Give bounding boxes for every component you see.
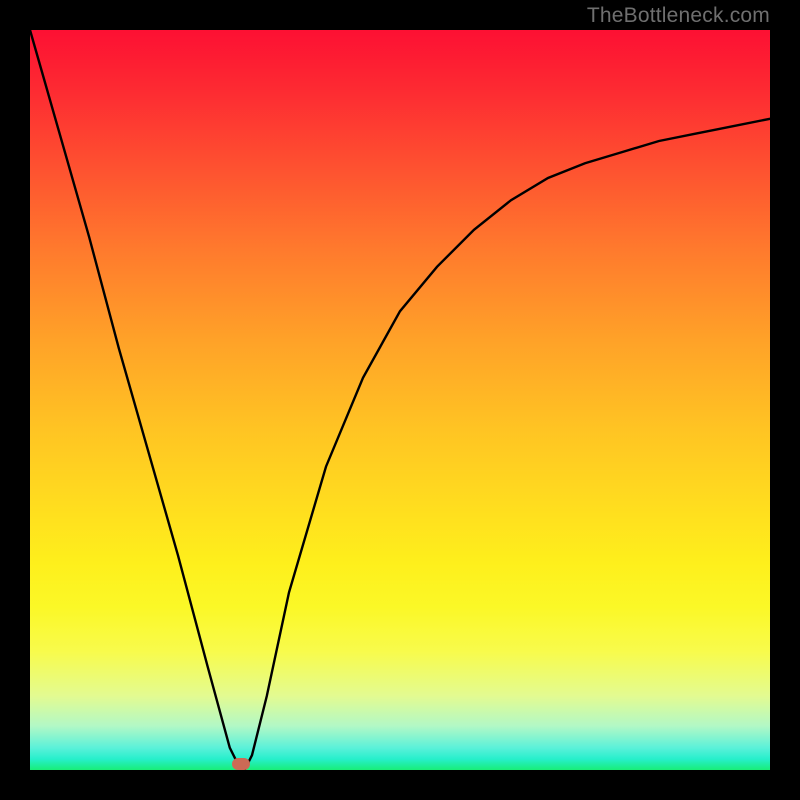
watermark-text: TheBottleneck.com	[587, 4, 770, 28]
bottleneck-curve	[30, 30, 770, 770]
minimum-marker	[232, 758, 250, 770]
chart-frame: TheBottleneck.com	[0, 0, 800, 800]
curve-svg	[0, 0, 800, 800]
